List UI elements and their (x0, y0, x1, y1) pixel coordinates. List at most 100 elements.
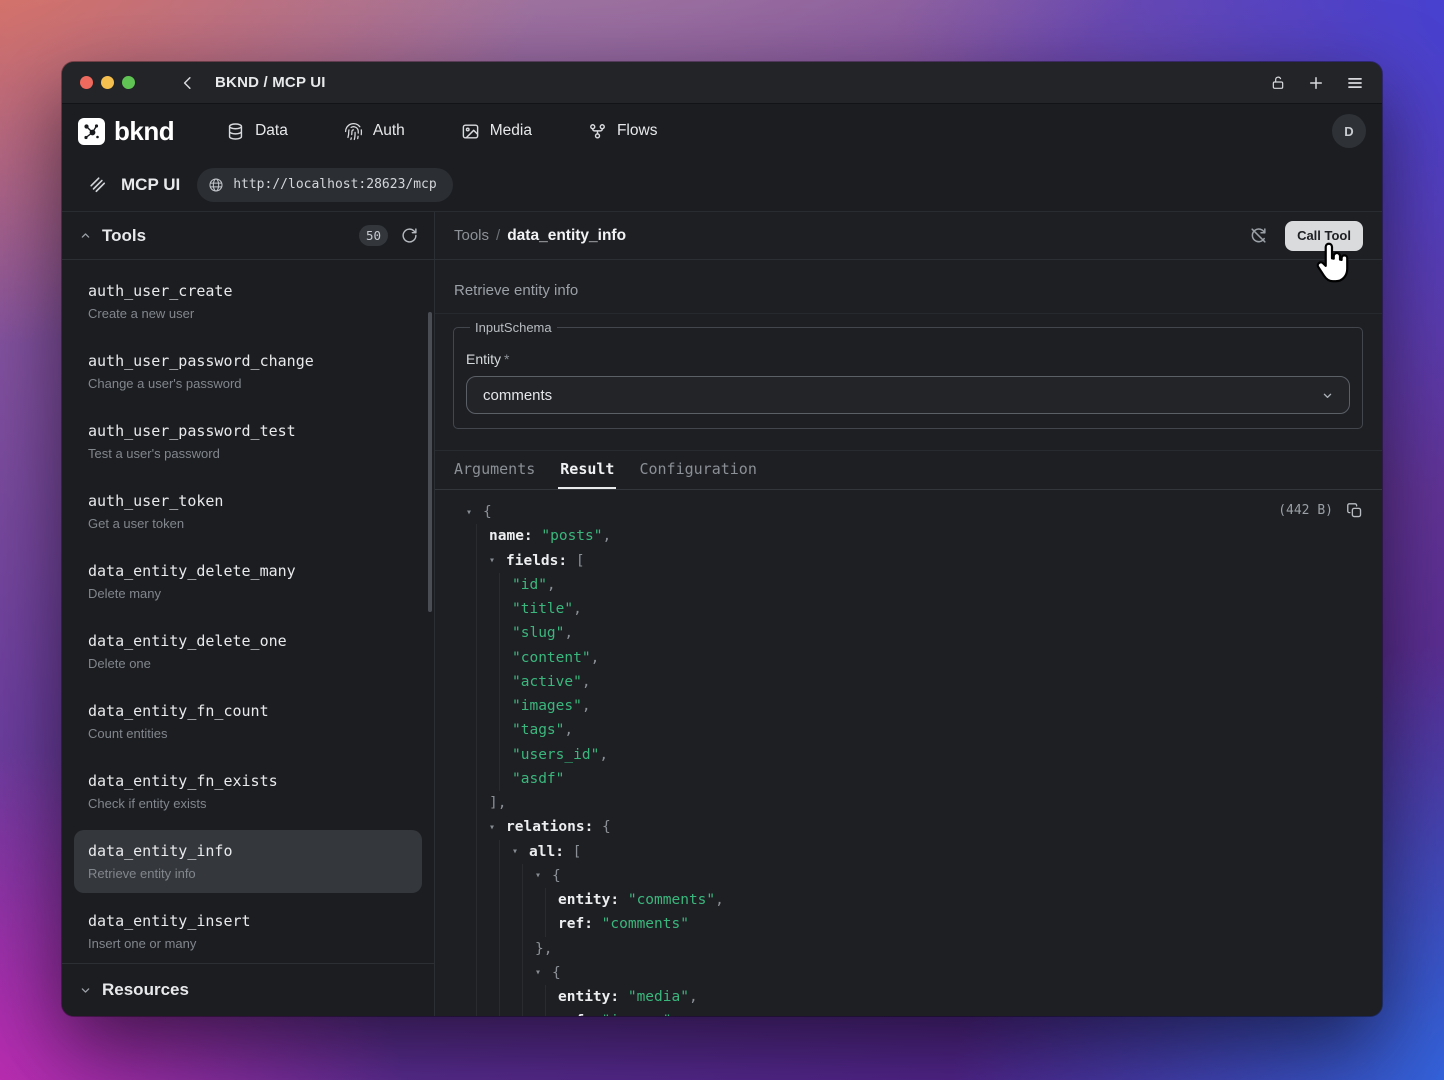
tab-configuration[interactable]: Configuration (637, 451, 758, 489)
tool-detail-panel: Tools / data_entity_info Call Tool Retri… (435, 212, 1382, 1016)
indent-guide (489, 864, 512, 888)
indent-guide (466, 621, 489, 645)
tool-item-auth_user_password_change[interactable]: auth_user_password_changeChange a user's… (74, 340, 422, 403)
json-line: "tags", (466, 718, 724, 742)
close-window-button[interactable] (80, 76, 93, 89)
caret-down-icon[interactable]: ▾ (489, 822, 506, 833)
required-marker: * (504, 351, 509, 367)
tools-section-header[interactable]: Tools 50 (62, 212, 434, 260)
tool-item-data_entity_delete_one[interactable]: data_entity_delete_one Delete one (74, 620, 422, 683)
tool-item-auth_user_create[interactable]: auth_user_createCreate a new user (74, 270, 422, 333)
json-line: ▾fields: [ (466, 549, 724, 573)
json-string: "content" (512, 650, 591, 666)
bknd-logo[interactable]: bknd (78, 116, 174, 147)
indent-guide (489, 937, 512, 961)
new-tab-plus-icon[interactable] (1307, 74, 1325, 92)
user-avatar[interactable]: D (1332, 114, 1366, 148)
tool-item-data_entity_insert[interactable]: data_entity_insertInsert one or many (74, 900, 422, 963)
back-icon[interactable] (179, 74, 197, 92)
copy-icon[interactable] (1346, 502, 1363, 519)
header-actions: Call Tool (1249, 221, 1363, 251)
json-line: ], (466, 791, 724, 815)
indent-guide (512, 864, 535, 888)
indent-guide (489, 767, 512, 791)
tab-arguments[interactable]: Arguments (452, 451, 537, 489)
refresh-off-icon[interactable] (1249, 226, 1268, 245)
indent-guide (489, 573, 512, 597)
chevron-up-icon[interactable] (78, 228, 93, 243)
json-line: ▾{ (466, 500, 724, 524)
resources-section-header[interactable]: Resources (62, 963, 434, 1016)
json-key: ref: (558, 1013, 602, 1016)
tool-item-data_entity_fn_count[interactable]: data_entity_fn_countCount entities (74, 690, 422, 753)
result-tabs: Arguments Result Configuration (435, 450, 1382, 490)
tool-item-name: auth_user_token (88, 492, 408, 510)
indent-guide (512, 961, 535, 985)
tool-item-auth_user_token[interactable]: auth_user_tokenGet a user token (74, 480, 422, 543)
caret-down-icon[interactable]: ▾ (466, 507, 483, 518)
json-punct: , (573, 601, 582, 617)
breadcrumb-tools-link[interactable]: Tools (454, 227, 489, 244)
caret-down-icon[interactable]: ▾ (535, 870, 552, 881)
json-punct: [ (573, 844, 582, 860)
server-url: http://localhost:28623/mcp (233, 177, 437, 192)
json-punct: , (564, 722, 573, 738)
json-punct: , (603, 528, 612, 544)
json-string: "images" (602, 1013, 672, 1016)
entity-select[interactable]: comments (466, 376, 1350, 414)
caret-down-icon[interactable]: ▾ (489, 555, 506, 566)
indent-guide (466, 937, 489, 961)
tools-sidebar: Tools 50 auth_user_createCreate a new us… (62, 212, 435, 1016)
maximize-window-button[interactable] (122, 76, 135, 89)
refresh-tools-icon[interactable] (401, 227, 418, 244)
chevron-down-icon[interactable] (78, 983, 93, 998)
tool-item-data_entity_fn_exists[interactable]: data_entity_fn_exists Check if entity exi… (74, 760, 422, 823)
json-key: all: (529, 844, 573, 860)
tool-item-data_entity_info[interactable]: data_entity_infoRetrieve entity info (74, 830, 422, 893)
json-line: ▾{ (466, 864, 724, 888)
globe-icon (208, 177, 224, 193)
indent-guide (466, 597, 489, 621)
tool-item-name: data_entity_delete_one (88, 632, 408, 650)
tab-result[interactable]: Result (558, 451, 616, 489)
call-tool-button[interactable]: Call Tool (1285, 221, 1363, 251)
menu-icon[interactable] (1346, 74, 1364, 92)
indent-guide (489, 670, 512, 694)
nav-item-flows[interactable]: Flows (588, 122, 657, 141)
indent-guide (512, 985, 535, 1009)
tool-item-data_entity_delete_many[interactable]: data_entity_delete_manyDelete many (74, 550, 422, 613)
json-line: "images", (466, 694, 724, 718)
tool-item-name: data_entity_info (88, 842, 408, 860)
nav-item-media[interactable]: Media (461, 122, 532, 141)
json-line: "users_id", (466, 743, 724, 767)
caret-down-icon[interactable]: ▾ (512, 846, 529, 857)
json-key: fields: (506, 553, 576, 569)
caret-down-icon[interactable]: ▾ (535, 967, 552, 978)
mcp-subheader: MCP UI http://localhost:28623/mcp (62, 158, 1382, 212)
tool-item-name: auth_user_password_change (88, 352, 408, 370)
json-punct: , (689, 989, 698, 1005)
sidebar-scrollbar[interactable] (428, 312, 432, 612)
tool-item-name: data_entity_delete_many (88, 562, 408, 580)
indent-guide (489, 961, 512, 985)
indent-guide (489, 840, 512, 864)
minimize-window-button[interactable] (101, 76, 114, 89)
nav-item-auth[interactable]: Auth (344, 122, 405, 141)
indent-guide (535, 1009, 558, 1016)
json-line: "id", (466, 573, 724, 597)
lock-open-icon[interactable] (1270, 75, 1286, 91)
nav-item-label: Flows (617, 122, 657, 140)
json-line: "content", (466, 646, 724, 670)
indent-guide (466, 840, 489, 864)
window-titlebar: BKND / MCP UI (62, 62, 1382, 104)
nav-item-label: Media (490, 122, 532, 140)
json-string: "posts" (541, 528, 602, 544)
tools-count-badge: 50 (359, 225, 388, 246)
tool-item-description: Check if entity exists (88, 796, 408, 811)
nav-item-data[interactable]: Data (226, 122, 288, 141)
tool-item-description: Delete one (88, 656, 408, 671)
server-url-pill[interactable]: http://localhost:28623/mcp (197, 168, 453, 202)
nav-item-label: Data (255, 122, 288, 140)
tool-item-name: data_entity_fn_exists (88, 772, 408, 790)
tool-item-auth_user_password_test[interactable]: auth_user_password_testTest a user's pas… (74, 410, 422, 473)
